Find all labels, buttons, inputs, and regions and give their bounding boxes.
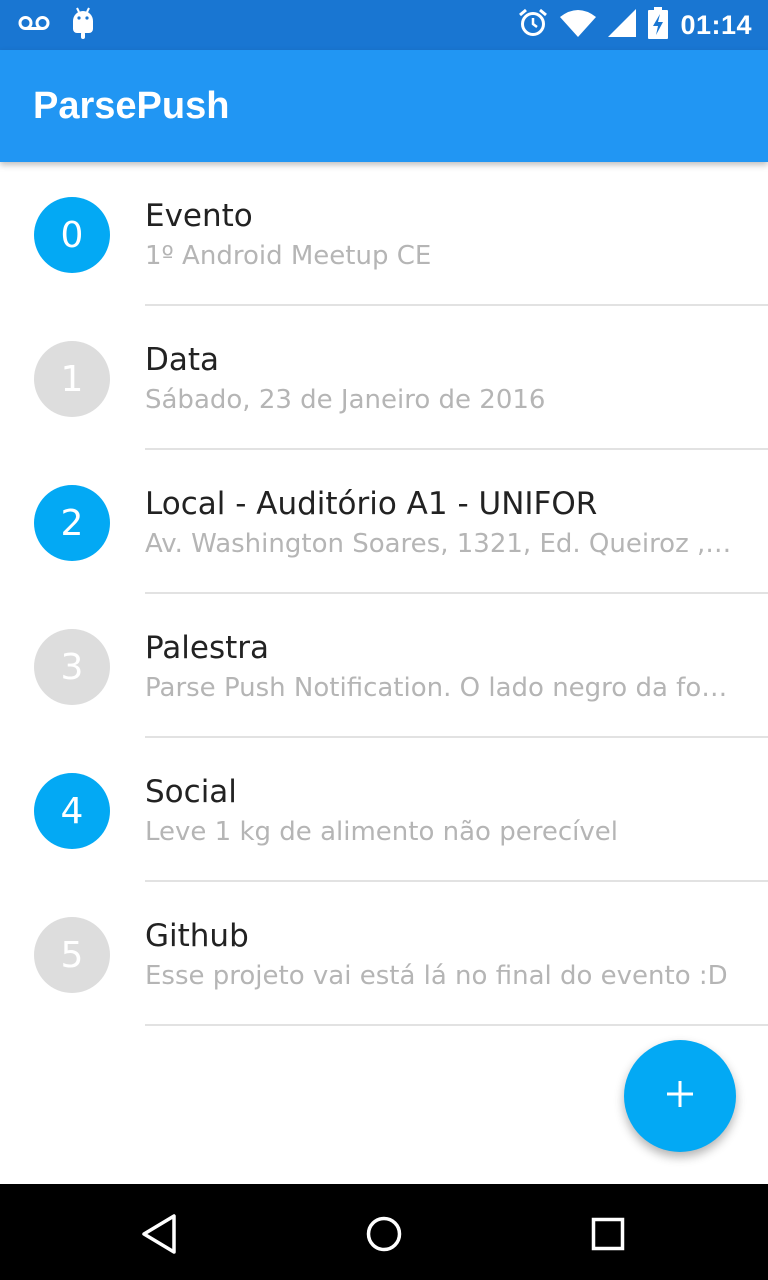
item-title: Social: [145, 774, 237, 810]
list-item[interactable]: 1 Data Sábado, 23 de Janeiro de 2016: [0, 306, 768, 450]
list-item[interactable]: 0 Evento 1º Android Meetup CE: [0, 162, 768, 306]
back-icon: [138, 1214, 182, 1260]
item-subtitle: Leve 1 kg de alimento não perecível: [145, 817, 618, 847]
divider: [145, 1024, 768, 1026]
list-item[interactable]: 5 Github Esse projeto vai está lá no fin…: [0, 882, 768, 1026]
alarm-icon: [518, 8, 548, 43]
status-bar: 01:14: [0, 0, 768, 50]
back-button[interactable]: [138, 1212, 182, 1256]
home-button[interactable]: [362, 1212, 406, 1256]
status-right: 01:14: [506, 6, 752, 44]
screen: 01:14 ParsePush 0 Evento 1º Android Meet…: [0, 0, 768, 1280]
item-title: Palestra: [145, 630, 270, 666]
index-avatar: 3: [34, 629, 110, 705]
event-list: 0 Evento 1º Android Meetup CE 1 Data Sáb…: [0, 162, 768, 1026]
home-icon: [362, 1216, 406, 1260]
recents-button[interactable]: [586, 1212, 630, 1256]
index-avatar: 0: [34, 197, 110, 273]
status-left: [18, 7, 116, 44]
list-item[interactable]: 2 Local - Auditório A1 - UNIFOR Av. Wash…: [0, 450, 768, 594]
index-avatar: 2: [34, 485, 110, 561]
navigation-bar: [0, 1184, 768, 1280]
list-item[interactable]: 3 Palestra Parse Push Notification. O la…: [0, 594, 768, 738]
signal-icon: [608, 8, 637, 42]
index-avatar: 4: [34, 773, 110, 849]
recents-icon: [586, 1217, 630, 1260]
item-subtitle: 1º Android Meetup CE: [145, 241, 432, 271]
voicemail-icon: [18, 14, 50, 37]
wifi-icon: [560, 9, 597, 42]
app-title: ParsePush: [33, 84, 230, 127]
item-title: Local - Auditório A1 - UNIFOR: [145, 486, 598, 522]
item-title: Evento: [145, 198, 253, 234]
item-subtitle: Sábado, 23 de Janeiro de 2016: [145, 385, 546, 415]
index-avatar: 1: [34, 341, 110, 417]
plus-icon: [664, 1078, 696, 1115]
item-subtitle: Parse Push Notification. O lado negro da…: [145, 673, 735, 703]
add-button[interactable]: [624, 1040, 736, 1152]
item-subtitle: Esse projeto vai está lá no final do eve…: [145, 961, 728, 991]
app-bar: ParsePush: [0, 50, 768, 162]
battery-charging-icon: [648, 6, 669, 44]
list-item[interactable]: 4 Social Leve 1 kg de alimento não perec…: [0, 738, 768, 882]
item-subtitle: Av. Washington Soares, 1321, Ed. Queiroz…: [145, 529, 735, 559]
android-icon: [72, 7, 94, 44]
item-title: Data: [145, 342, 220, 378]
status-time: 01:14: [680, 9, 752, 40]
item-title: Github: [145, 918, 249, 954]
index-avatar: 5: [34, 917, 110, 993]
